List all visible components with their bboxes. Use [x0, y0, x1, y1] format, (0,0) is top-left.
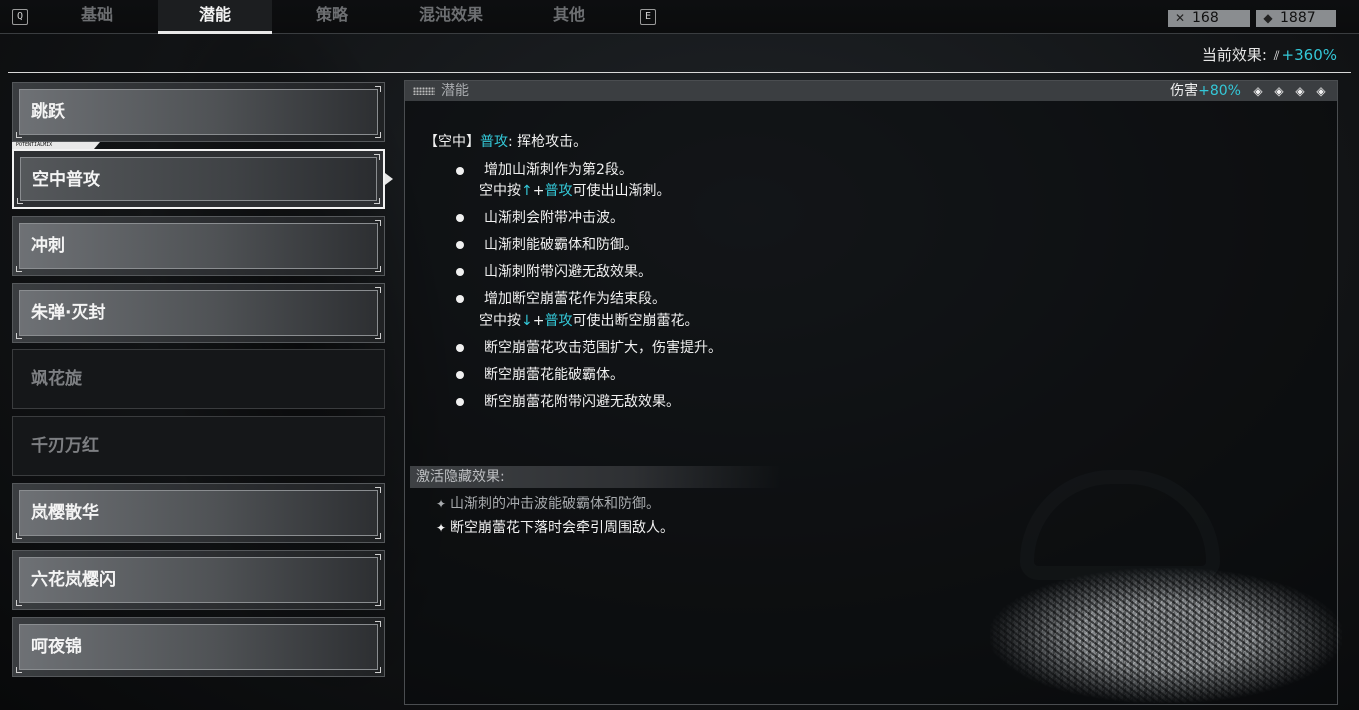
- crossed-swords-icon: ✕: [1174, 11, 1186, 25]
- skill-item-jump[interactable]: 跳跃: [12, 82, 385, 142]
- currency-swords-value: 168: [1192, 10, 1219, 26]
- top-tab-bar: Q 基础 潜能 策略 混沌效果 其他 E ✕ 168 ◆ 1887: [0, 0, 1359, 34]
- bullet-icon: [456, 167, 464, 175]
- skill-item-label: 朱弹·灭封: [31, 303, 106, 323]
- tab-strategy[interactable]: 策略: [275, 0, 389, 34]
- gem-icon: ◆: [1263, 11, 1273, 25]
- skill-item-liuhua[interactable]: 六花岚樱闪: [12, 550, 385, 610]
- keyword-normal-attack: 普攻: [480, 134, 508, 150]
- skill-item-label: 呵夜锦: [31, 637, 82, 657]
- skill-item-label: 飒花旋: [31, 369, 82, 389]
- tab-chaos-effect[interactable]: 混沌效果: [394, 0, 508, 34]
- bullet-text: 增加山渐刺作为第2段。: [484, 162, 633, 178]
- tab-basic[interactable]: 基础: [40, 0, 154, 34]
- skill-item-label: 六花岚樱闪: [31, 570, 116, 590]
- bullet-icon: [456, 241, 464, 249]
- currency-gems-value: 1887: [1280, 10, 1316, 26]
- level-diamond-icon: ◈: [1274, 84, 1284, 98]
- level-diamond-icon: ◈: [1253, 84, 1263, 98]
- selected-potential-tag: POTENTIALMIX: [12, 142, 100, 149]
- currency-swords: ✕ 168: [1168, 10, 1250, 27]
- damage-stat: 伤害+80%: [1170, 81, 1241, 101]
- bullet-text: 山渐刺能破霸体和防御。: [484, 237, 638, 253]
- bullet-subtext: 空中按↓+普攻可使出断空崩蕾花。: [479, 313, 699, 329]
- hidden-effect-item: ✦ 断空崩蕾花下落时会牵引周围敌人。: [436, 520, 674, 536]
- sparkle-icon: ✦: [436, 497, 447, 511]
- level-diamond-icon: ◈: [1295, 84, 1305, 98]
- panel-header: 潜能 伤害+80% ◈ ◈ ◈ ◈: [405, 81, 1337, 101]
- skill-item-zhudan[interactable]: 朱弹·灭封: [12, 283, 385, 343]
- bullet-icon: [456, 214, 464, 222]
- bullet-icon: [456, 268, 464, 276]
- current-effect: 当前效果: ⫽ +360%: [1202, 44, 1337, 65]
- bullet-subtext: 空中按↑+普攻可使出山渐刺。: [479, 183, 671, 199]
- tab-potential[interactable]: 潜能: [158, 0, 272, 34]
- header-divider: [8, 72, 1351, 73]
- arrow-down-icon: ↓: [521, 313, 533, 329]
- currency-gems: ◆ 1887: [1256, 10, 1336, 27]
- skill-item-qianren[interactable]: 千刃万红: [12, 416, 385, 476]
- bullet-text: 断空崩蕾花附带闪避无敌效果。: [484, 394, 680, 410]
- bullet-icon: [456, 295, 464, 303]
- bullet-text: 增加断空崩蕾花作为结束段。: [484, 291, 666, 307]
- sparkle-icon: ✦: [436, 521, 447, 535]
- skill-item-air-attack[interactable]: 空中普攻: [12, 149, 385, 209]
- bullet-icon: [456, 398, 464, 406]
- skill-item-label: 跳跃: [31, 102, 65, 122]
- panel-title: 潜能: [441, 83, 469, 99]
- bullet-text: 断空崩蕾花能破霸体。: [484, 367, 624, 383]
- damage-stat-value: +80%: [1198, 83, 1241, 99]
- selection-pointer-icon: [385, 173, 393, 185]
- bullet-icon: [456, 371, 464, 379]
- skill-item-label: 冲刺: [31, 236, 65, 256]
- arrow-up-icon: ↑: [521, 183, 533, 199]
- bullet-text: 断空崩蕾花攻击范围扩大，伤害提升。: [484, 340, 722, 356]
- skill-item-label: 空中普攻: [32, 170, 100, 190]
- damage-stat-label: 伤害: [1170, 83, 1199, 99]
- dots-pattern-icon: [413, 87, 435, 95]
- level-diamond-icon: ◈: [1316, 84, 1326, 98]
- key-hint-next[interactable]: E: [640, 9, 656, 25]
- skill-item-sahuaxuan[interactable]: 飒花旋: [12, 349, 385, 409]
- current-effect-value: +360%: [1281, 46, 1337, 64]
- noise-overlay: [990, 568, 1342, 703]
- skill-intro: 【空中】普攻: 挥枪攻击。: [424, 134, 588, 150]
- tab-other[interactable]: 其他: [512, 0, 626, 34]
- skill-item-label: 千刃万红: [31, 436, 99, 456]
- skill-item-heyejin[interactable]: 呵夜锦: [12, 617, 385, 677]
- bullet-icon: [456, 344, 464, 352]
- skill-item-lanying[interactable]: 岚樱散华: [12, 483, 385, 543]
- hidden-effects-title: 激活隐藏效果:: [410, 466, 780, 488]
- slash-effect-icon: ⫽: [1273, 49, 1280, 64]
- hidden-effect-item: ✦ 山渐刺的冲击波能破霸体和防御。: [436, 496, 660, 512]
- current-effect-label: 当前效果:: [1201, 46, 1267, 64]
- skill-item-dash[interactable]: 冲刺: [12, 216, 385, 276]
- bullet-text: 山渐刺附带闪避无敌效果。: [484, 264, 652, 280]
- bullet-text: 山渐刺会附带冲击波。: [484, 210, 624, 226]
- skill-item-label: 岚樱散华: [31, 503, 99, 523]
- key-hint-prev[interactable]: Q: [12, 9, 28, 25]
